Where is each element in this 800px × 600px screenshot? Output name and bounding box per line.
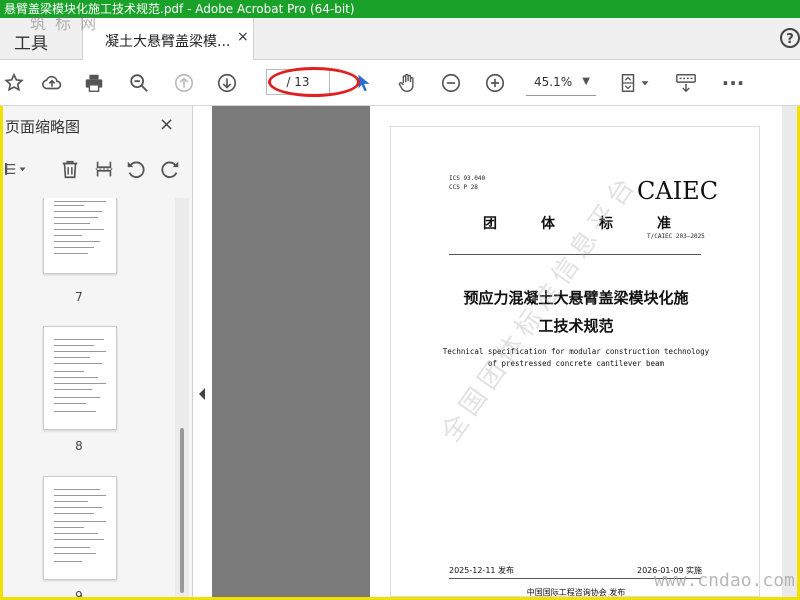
star-icon[interactable]: [0, 69, 28, 97]
title-cn-line1: 预应力混凝土大悬臂盖梁模块化施: [463, 289, 689, 307]
thumbnail-page-number: 8: [75, 439, 83, 453]
site-logo-watermark: 筑 标 网: [30, 14, 99, 33]
page-thumbnail[interactable]: [43, 326, 117, 430]
rotate-left-icon[interactable]: [123, 156, 149, 182]
ics-code: ICS 93.040: [449, 175, 486, 182]
thumbnail-page-number: 7: [75, 290, 83, 304]
zoom-level-select[interactable]: 45.1% ▼: [526, 69, 596, 96]
standard-code: T/CAIEC 203—2025: [647, 233, 705, 240]
page-thumbnail[interactable]: [43, 476, 117, 580]
page-down-icon[interactable]: [213, 69, 241, 97]
print-icon[interactable]: [80, 69, 108, 97]
zoom-value: 45.1%: [534, 75, 573, 89]
zoom-in-icon[interactable]: [481, 69, 509, 97]
title-cn-line2: 工技术规范: [538, 317, 614, 335]
title-bar: 悬臂盖梁模块化施工技术规范.pdf - Adobe Acrobat Pro (6…: [0, 0, 800, 18]
scrollbar-thumb[interactable]: [180, 428, 184, 593]
thumbnail-toolbar: [3, 152, 193, 188]
issue-date: 2025-12-11 发布: [449, 566, 515, 575]
page-thumbnail[interactable]: [43, 198, 117, 274]
ccs-code: CCS P 28: [449, 184, 478, 191]
tab-document[interactable]: 凝土大悬臂盖梁模... ×: [82, 18, 254, 60]
more-options-icon[interactable]: ···: [719, 69, 747, 97]
main-toolbar: / 13 45.1% ▼ ···: [0, 60, 800, 106]
thumbnail-page-number: 9: [75, 589, 83, 597]
page-up-icon[interactable]: [170, 69, 198, 97]
zoom-search-icon[interactable]: [125, 69, 153, 97]
title-en-line2: of prestressed concrete cantilever beam: [487, 359, 665, 368]
keyboard-scroll-icon[interactable]: [672, 69, 700, 97]
panel-title: 页面缩略图: [5, 118, 81, 136]
document-scrollbar[interactable]: [782, 106, 797, 597]
collapse-panel-icon[interactable]: [199, 388, 205, 400]
chevron-down-icon[interactable]: [638, 69, 652, 97]
zoom-out-icon[interactable]: [437, 69, 465, 97]
title-en-line1: Technical specification for modular cons…: [442, 347, 710, 356]
extract-pages-icon[interactable]: [91, 156, 117, 182]
document-page: ICS 93.040 CCS P 28 CAIEC 团体标准 T/CAIEC 2…: [390, 126, 760, 597]
thumbnail-list: 7 8 9: [3, 198, 173, 597]
page-thumbnails-panel: 页面缩略图 × 7 8 9: [3, 106, 193, 597]
rotate-right-icon[interactable]: [157, 156, 183, 182]
hand-tool-icon[interactable]: [393, 69, 421, 97]
tab-bar: 工具 凝土大悬臂盖梁模... × ?: [0, 18, 800, 60]
red-highlight-circle: [268, 67, 360, 97]
help-icon[interactable]: ?: [780, 28, 800, 48]
thumbnail-scrollbar[interactable]: [175, 198, 189, 597]
cloud-upload-icon[interactable]: [38, 69, 66, 97]
org-mark: CAIEC: [637, 177, 719, 205]
site-url-watermark: www.cndao.com: [654, 570, 795, 591]
chevron-down-icon: ▼: [582, 76, 590, 87]
trash-icon[interactable]: [57, 156, 83, 182]
document-tab-label: 凝土大悬臂盖梁模...: [105, 34, 231, 50]
options-menu-icon[interactable]: [0, 156, 33, 182]
close-icon[interactable]: ×: [159, 114, 174, 135]
close-icon[interactable]: ×: [237, 29, 249, 45]
